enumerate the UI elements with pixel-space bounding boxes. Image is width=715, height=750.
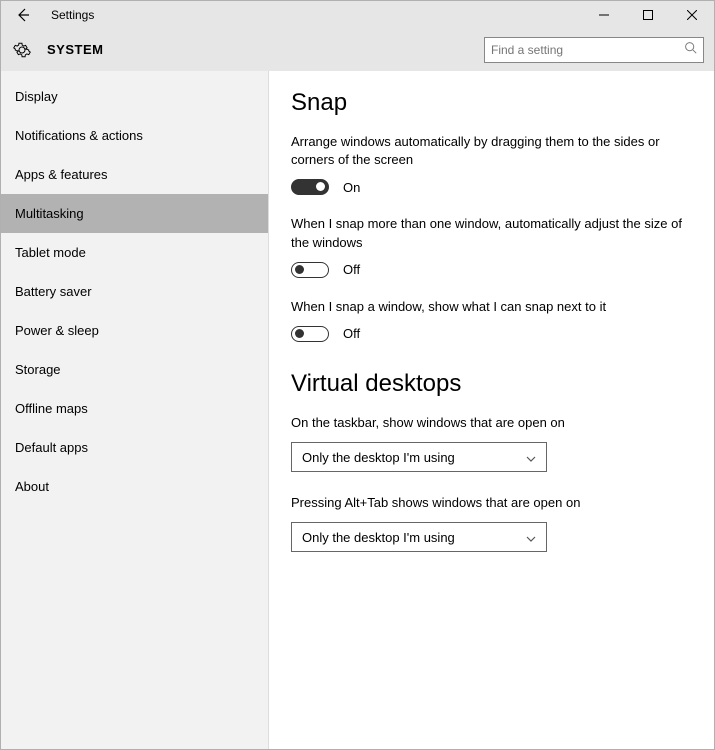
sidebar-item-display[interactable]: Display [1, 77, 268, 116]
maximize-button[interactable] [626, 1, 670, 29]
sidebar-item-about[interactable]: About [1, 467, 268, 506]
maximize-icon [643, 10, 653, 20]
body: Display Notifications & actions Apps & f… [1, 71, 714, 749]
back-button[interactable] [11, 3, 35, 27]
snap-option1-desc: Arrange windows automatically by draggin… [291, 133, 692, 169]
sidebar-item-tablet[interactable]: Tablet mode [1, 233, 268, 272]
sidebar-item-default-apps[interactable]: Default apps [1, 428, 268, 467]
search-box[interactable] [484, 37, 704, 63]
vd-option2-value: Only the desktop I'm using [302, 530, 455, 545]
snap-option2-row: Off [291, 262, 692, 278]
close-icon [687, 10, 697, 20]
sidebar: Display Notifications & actions Apps & f… [1, 71, 269, 749]
minimize-button[interactable] [582, 1, 626, 29]
close-button[interactable] [670, 1, 714, 29]
snap-option3-desc: When I snap a window, show what I can sn… [291, 298, 692, 316]
snap-option3-state: Off [343, 326, 360, 341]
toggle-knob [295, 265, 304, 274]
sidebar-item-offline-maps[interactable]: Offline maps [1, 389, 268, 428]
chevron-down-icon [526, 530, 536, 545]
snap-option2-state: Off [343, 262, 360, 277]
vd-option1-value: Only the desktop I'm using [302, 450, 455, 465]
gear-icon [11, 39, 33, 61]
vd-option1-desc: On the taskbar, show windows that are op… [291, 414, 692, 432]
search-input[interactable] [491, 43, 684, 57]
header: SYSTEM [1, 29, 714, 71]
snap-option1-row: On [291, 179, 692, 195]
window-title: Settings [51, 8, 94, 22]
sidebar-item-battery[interactable]: Battery saver [1, 272, 268, 311]
vd-option1-dropdown[interactable]: Only the desktop I'm using [291, 442, 547, 472]
vd-option2-dropdown[interactable]: Only the desktop I'm using [291, 522, 547, 552]
snap-option3-toggle[interactable] [291, 326, 329, 342]
toggle-knob [295, 329, 304, 338]
sidebar-item-power[interactable]: Power & sleep [1, 311, 268, 350]
snap-option1-state: On [343, 180, 360, 195]
snap-option1-toggle[interactable] [291, 179, 329, 195]
chevron-down-icon [526, 450, 536, 465]
search-icon [684, 41, 697, 59]
snap-heading: Snap [291, 89, 692, 117]
sidebar-item-multitasking[interactable]: Multitasking [1, 194, 268, 233]
arrow-left-icon [15, 7, 31, 23]
minimize-icon [599, 10, 609, 20]
section-title: SYSTEM [47, 42, 103, 57]
sidebar-item-apps[interactable]: Apps & features [1, 155, 268, 194]
snap-option2-toggle[interactable] [291, 262, 329, 278]
virtual-desktops-heading: Virtual desktops [291, 370, 692, 398]
content: Snap Arrange windows automatically by dr… [269, 71, 714, 749]
vd-option2-desc: Pressing Alt+Tab shows windows that are … [291, 494, 692, 512]
titlebar: Settings [1, 1, 714, 29]
sidebar-item-storage[interactable]: Storage [1, 350, 268, 389]
sidebar-item-notifications[interactable]: Notifications & actions [1, 116, 268, 155]
snap-option3-row: Off [291, 326, 692, 342]
toggle-knob [316, 182, 325, 191]
window-controls [582, 1, 714, 29]
snap-option2-desc: When I snap more than one window, automa… [291, 215, 692, 251]
